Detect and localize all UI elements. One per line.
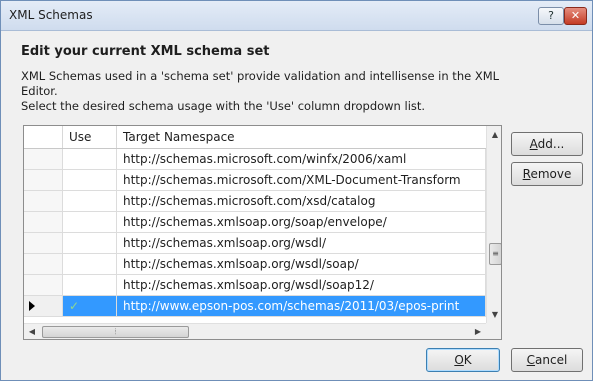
remove-label: emove [530,167,572,181]
cancel-hotkey: C [526,353,536,367]
description-line: Select the desired schema usage with the… [21,99,426,113]
row-selector[interactable] [24,254,63,274]
row-selector-header [24,126,63,148]
horizontal-scrollbar[interactable]: ◀ ⦙ ▶ [24,323,486,339]
add-button[interactable]: Add... [511,132,583,156]
table-row[interactable]: http://schemas.xmlsoap.org/wsdl/soap/ [24,254,486,275]
dialog-heading: Edit your current XML schema set [21,44,270,59]
schema-grid[interactable]: Use Target Namespace http://schemas.micr… [23,125,502,340]
use-value: ✓ [69,299,80,313]
table-row[interactable]: http://schemas.xmlsoap.org/wsdl/soap12/ [24,275,486,296]
xml-schemas-dialog: XML Schemas ? ✕ Edit your current XML sc… [0,0,593,381]
window-title: XML Schemas [9,8,93,22]
row-selector[interactable] [24,149,63,169]
ok-hotkey: O [454,353,464,367]
table-row[interactable]: http://schemas.xmlsoap.org/wsdl/ [24,233,486,254]
table-row[interactable]: http://schemas.microsoft.com/xsd/catalog [24,191,486,212]
help-button[interactable]: ? [538,7,564,25]
namespace-cell[interactable]: http://www.epson-pos.com/schemas/2011/03… [117,296,486,316]
row-selector[interactable] [24,296,63,316]
scroll-right-icon[interactable]: ▶ [470,324,486,339]
namespace-column-header[interactable]: Target Namespace [117,126,486,148]
use-cell[interactable] [63,233,117,253]
use-cell[interactable] [63,275,117,295]
scroll-left-icon[interactable]: ◀ [24,324,40,339]
use-cell[interactable]: ✓ [63,296,117,316]
row-selector[interactable] [24,212,63,232]
table-row[interactable]: http://schemas.xmlsoap.org/soap/envelope… [24,212,486,233]
table-row[interactable]: http://schemas.microsoft.com/winfx/2006/… [24,149,486,170]
horizontal-scroll-thumb[interactable]: ⦙ [42,326,189,338]
title-bar: XML Schemas ? ✕ [1,1,592,31]
namespace-cell[interactable]: http://schemas.xmlsoap.org/wsdl/soap/ [117,254,486,274]
remove-button[interactable]: Remove [511,162,583,186]
add-hotkey: A [529,137,538,151]
namespace-cell[interactable]: http://schemas.xmlsoap.org/soap/envelope… [117,212,486,232]
description-line: XML Schemas used in a 'schema set' provi… [21,69,500,83]
namespace-cell[interactable]: http://schemas.xmlsoap.org/wsdl/soap12/ [117,275,486,295]
use-cell[interactable] [63,212,117,232]
scroll-up-icon[interactable]: ▲ [487,126,501,143]
dialog-description: XML Schemas used in a 'schema set' provi… [21,69,541,114]
vertical-scroll-thumb[interactable]: ≡ [489,243,501,265]
row-selector[interactable] [24,191,63,211]
use-cell[interactable] [63,254,117,274]
description-line: Editor. [21,84,58,98]
namespace-cell[interactable]: http://schemas.microsoft.com/XML-Documen… [117,170,486,190]
table-row[interactable]: http://schemas.microsoft.com/XML-Documen… [24,170,486,191]
ok-button[interactable]: OK [426,348,500,372]
cancel-label: ancel [535,353,568,367]
grid-header: Use Target Namespace [24,126,486,149]
table-row[interactable]: ✓ http://www.epson-pos.com/schemas/2011/0… [24,296,486,317]
add-label: dd... [537,137,565,151]
row-selector[interactable] [24,233,63,253]
close-button[interactable]: ✕ [564,7,587,25]
scrollbar-corner [486,323,501,339]
use-cell[interactable] [63,149,117,169]
ok-label: K [463,353,472,367]
namespace-cell[interactable]: http://schemas.xmlsoap.org/wsdl/ [117,233,486,253]
use-cell[interactable] [63,191,117,211]
cancel-button[interactable]: Cancel [511,348,583,372]
scroll-down-icon[interactable]: ▼ [487,306,501,323]
current-row-marker-icon [29,301,35,311]
use-cell[interactable] [63,170,117,190]
namespace-cell[interactable]: http://schemas.microsoft.com/xsd/catalog [117,191,486,211]
use-column-header[interactable]: Use [63,126,117,148]
row-selector[interactable] [24,170,63,190]
namespace-cell[interactable]: http://schemas.microsoft.com/winfx/2006/… [117,149,486,169]
vertical-scrollbar[interactable]: ▲ ≡ ▼ [486,126,501,323]
row-selector[interactable] [24,275,63,295]
